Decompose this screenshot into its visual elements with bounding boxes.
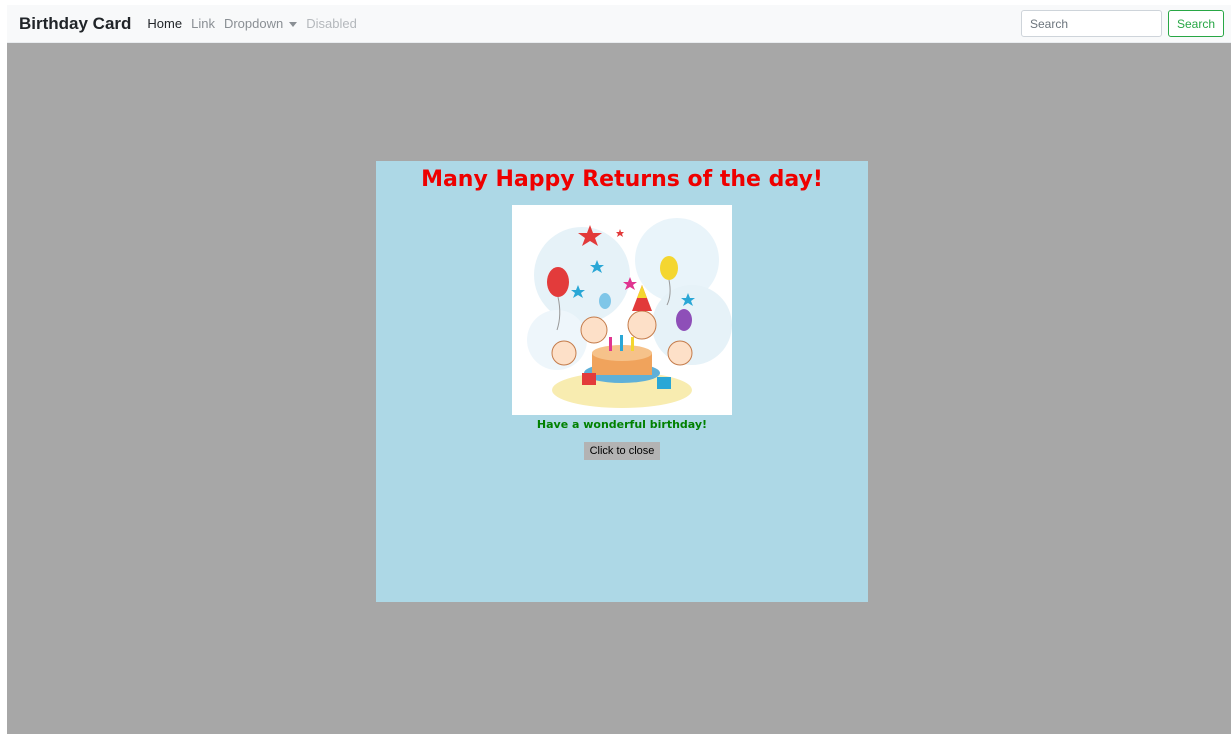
modal-overlay: Many Happy Returns of the day! Have a wo… (7, 43, 1231, 734)
nav-link-link[interactable]: Link (191, 16, 215, 31)
navbar: Birthday Card Home Link Dropdown Disable… (7, 5, 1231, 43)
card-message: Have a wonderful birthday! (536, 418, 708, 431)
navbar-brand[interactable]: Birthday Card (19, 14, 131, 34)
nav-dropdown-label: Dropdown (223, 16, 284, 31)
birthday-illustration-art (527, 218, 732, 408)
caret-down-icon (289, 22, 298, 28)
search-button[interactable]: Search (1167, 10, 1224, 37)
birthday-card: Many Happy Returns of the day! Have a wo… (376, 161, 868, 602)
nav-link-disabled: Disabled (306, 16, 357, 31)
nav-dropdown[interactable]: Dropdown (223, 16, 298, 31)
close-button[interactable]: Click to close (583, 442, 661, 460)
search-form: Search (1020, 10, 1224, 37)
card-title: Many Happy Returns of the day! (421, 167, 823, 192)
nav-link-home[interactable]: Home (147, 16, 182, 31)
birthday-illustration (512, 205, 732, 415)
search-input[interactable] (1020, 10, 1162, 37)
